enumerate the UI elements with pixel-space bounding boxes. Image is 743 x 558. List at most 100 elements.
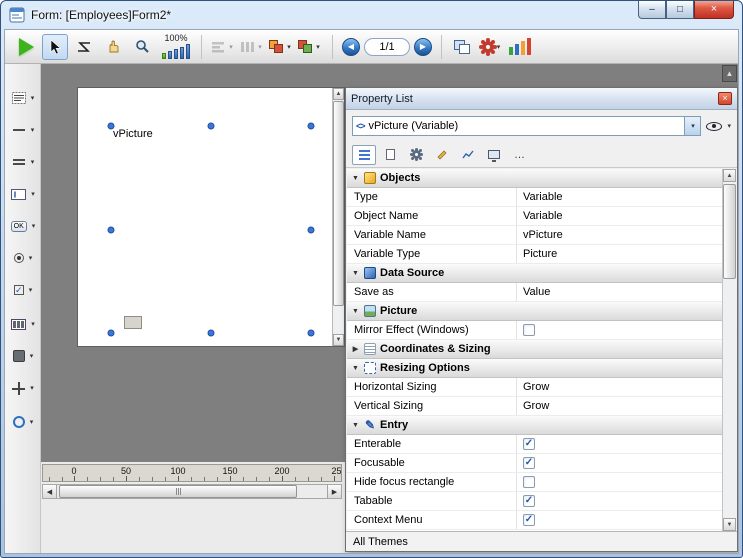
preferences-button[interactable]: ▾ (478, 34, 504, 60)
tab-control-tool-button[interactable]: ▾ (7, 410, 39, 434)
button-grid-icon (11, 319, 26, 330)
section-entry[interactable]: ▼ ✎ Entry (347, 416, 722, 435)
property-row: Save as Value (347, 283, 722, 302)
mover-tool-button[interactable]: ▾ (7, 376, 39, 400)
scroll-track[interactable] (57, 485, 327, 498)
checkbox-tool-button[interactable]: ✓ ▾ (7, 278, 39, 302)
list-window-button[interactable] (507, 34, 533, 60)
next-page-button[interactable]: ▶ (414, 38, 432, 56)
zoom-level-label: 100% (164, 34, 187, 43)
align-tools-button[interactable]: ▾ (209, 34, 235, 60)
hide-focus-rectangle-checkbox[interactable] (523, 476, 535, 488)
property-list-title: Property List (351, 93, 413, 105)
enterable-checkbox[interactable] (523, 438, 535, 450)
scroll-up-button[interactable]: ▲ (723, 169, 736, 182)
scroll-thumb[interactable] (723, 184, 736, 279)
entry-order-tool-button[interactable] (71, 34, 97, 60)
tab-all-properties[interactable] (352, 145, 376, 165)
selection-handle[interactable] (308, 226, 315, 233)
section-resizing-options[interactable]: ▼ Resizing Options (347, 359, 722, 378)
group-tools-button[interactable]: ▾ (296, 34, 322, 60)
form-vscrollbar[interactable]: ▲ ▼ (332, 88, 344, 346)
scroll-down-button[interactable]: ▼ (333, 334, 344, 346)
section-coordinates-sizing[interactable]: ▶ Coordinates & Sizing (347, 340, 722, 359)
focusable-checkbox[interactable] (523, 457, 535, 469)
dropdown-icon: ▾ (497, 43, 501, 51)
property-value[interactable]: vPicture (517, 229, 722, 241)
scroll-left-button[interactable]: ◀ (43, 485, 57, 498)
radio-button-tool-button[interactable]: ▾ (7, 246, 39, 270)
property-value[interactable]: Picture (517, 248, 722, 260)
run-form-button[interactable] (13, 34, 39, 60)
section-picture[interactable]: ▼ Picture (347, 302, 722, 321)
property-value[interactable]: Variable (517, 191, 722, 203)
tab-chart[interactable] (456, 145, 480, 165)
rectangle-tool-button[interactable]: ▾ (7, 344, 39, 368)
close-button[interactable]: × (694, 1, 734, 19)
property-list-titlebar[interactable]: Property List × (346, 88, 737, 110)
form-hscroll-thumb[interactable] (124, 316, 142, 329)
section-objects[interactable]: ▼ Objects (347, 169, 722, 188)
splitter-tool-button[interactable]: ▾ (7, 150, 39, 174)
level-tools-button[interactable]: ▾ (267, 34, 293, 60)
scroll-up-button[interactable]: ▲ (333, 88, 344, 100)
tabable-checkbox[interactable] (523, 495, 535, 507)
object-selector[interactable]: <> vPicture (Variable) ▾ (352, 116, 701, 136)
app-icon (9, 7, 25, 23)
maximize-button[interactable]: □ (666, 1, 694, 19)
zoom-tool-button[interactable] (129, 34, 155, 60)
tab-settings[interactable] (404, 145, 428, 165)
scroll-thumb[interactable] (333, 101, 344, 306)
scroll-right-button[interactable]: ▶ (327, 485, 341, 498)
minimize-button[interactable]: – (638, 1, 666, 19)
selection-handle[interactable] (208, 123, 215, 130)
section-title: Coordinates & Sizing (380, 343, 491, 355)
selection-handle[interactable] (308, 123, 315, 130)
selection-handle[interactable] (108, 330, 115, 337)
property-list-vscrollbar[interactable]: ▲ ▼ (722, 169, 736, 531)
titlebar[interactable]: Form: [Employees]Form2* (1, 1, 742, 29)
ring-icon (13, 416, 25, 428)
combo-dropdown-icon[interactable]: ▾ (684, 117, 700, 135)
previous-page-button[interactable]: ◀ (342, 38, 360, 56)
property-value[interactable]: Value (517, 286, 722, 298)
button-tool-button[interactable]: OK ▾ (7, 214, 39, 238)
canvas-vscroll-up-button[interactable]: ▲ (722, 65, 737, 82)
selection-handle[interactable] (108, 123, 115, 130)
property-label: Tabable (347, 492, 517, 510)
rectangle-icon (13, 350, 25, 362)
tab-form[interactable] (378, 145, 402, 165)
line-tool-button[interactable]: ▾ (7, 118, 39, 142)
text-tool-button[interactable]: ▾ (7, 86, 39, 110)
mirror-effect-checkbox[interactable] (523, 324, 535, 336)
property-value[interactable]: Grow (517, 400, 722, 412)
canvas-hscrollbar[interactable]: ◀ ▶ (42, 484, 342, 499)
section-data-source[interactable]: ▼ Data Source (347, 264, 722, 283)
property-value[interactable]: Grow (517, 381, 722, 393)
section-title: Objects (380, 172, 420, 184)
scroll-down-button[interactable]: ▼ (723, 518, 736, 531)
selection-handle[interactable] (208, 330, 215, 337)
tab-more[interactable]: … (508, 145, 532, 165)
hand-tool-button[interactable] (100, 34, 126, 60)
separator (441, 35, 442, 59)
scroll-thumb[interactable] (59, 485, 297, 498)
tab-style[interactable] (430, 145, 454, 165)
tab-display[interactable] (482, 145, 506, 165)
context-menu-checkbox[interactable] (523, 514, 535, 526)
dropdown-icon: ▾ (258, 43, 262, 51)
property-list-close-button[interactable]: × (718, 92, 732, 105)
selection-handle[interactable] (108, 226, 115, 233)
windows-list-button[interactable] (449, 34, 475, 60)
distribute-tools-button[interactable]: ▾ (238, 34, 264, 60)
property-value[interactable]: Variable (517, 210, 722, 222)
view-options-button[interactable]: ▾ (706, 122, 731, 131)
zoom-control[interactable]: 100% (162, 34, 190, 59)
input-field-tool-button[interactable]: ▾ (7, 182, 39, 206)
button-grid-tool-button[interactable]: ▾ (7, 312, 39, 336)
form-page[interactable]: vPicture ▲ ▼ (77, 87, 345, 347)
selection-handle[interactable] (308, 330, 315, 337)
vpicture-object[interactable]: vPicture (111, 126, 311, 333)
theme-filter[interactable]: All Themes (346, 531, 737, 551)
pointer-tool-button[interactable] (42, 34, 68, 60)
